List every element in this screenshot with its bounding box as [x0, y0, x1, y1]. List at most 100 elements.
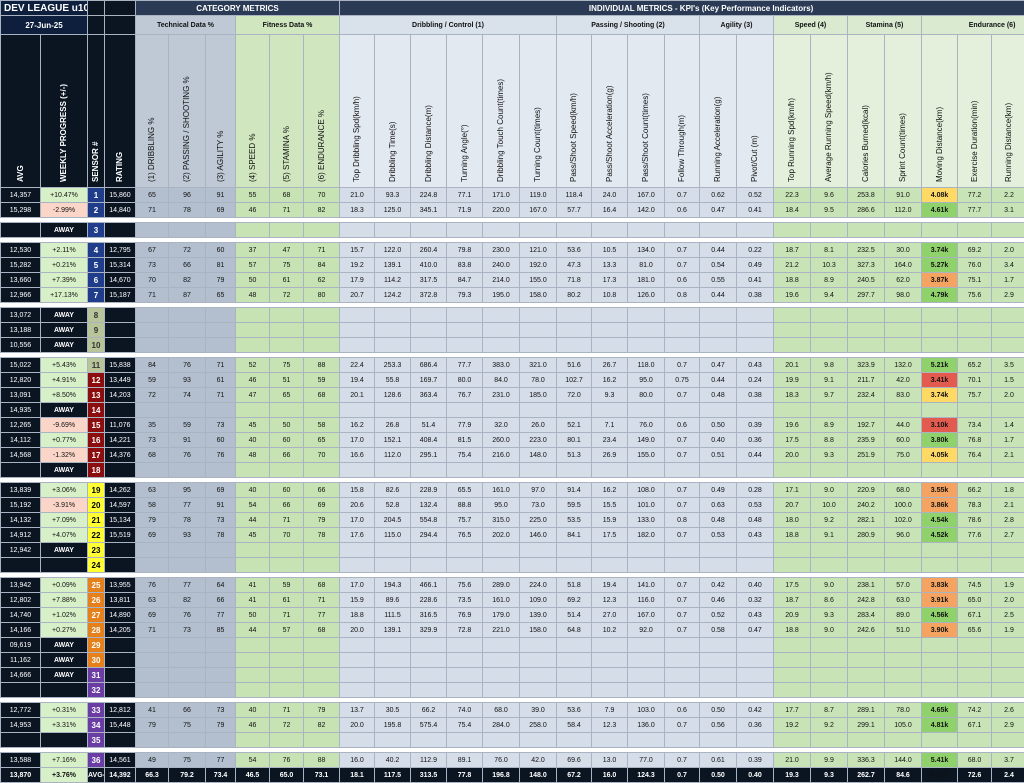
- sensor-badge: 1: [88, 188, 105, 203]
- kpi-cell: [375, 558, 411, 573]
- avg-cell: 12,265: [1, 418, 41, 433]
- kpi-cell: 9.3: [811, 448, 848, 463]
- kpi-cell: 139.0: [520, 608, 557, 623]
- kpi-cell: [700, 223, 737, 238]
- kpi-cell: [340, 638, 375, 653]
- category-cell: [206, 223, 236, 238]
- footer-kpi-cell: 67.2: [557, 768, 592, 783]
- category-cell: 71: [270, 703, 304, 718]
- sensor-badge: 15: [88, 418, 105, 433]
- kpi-cell: [520, 668, 557, 683]
- avg-cell: 14,132: [1, 513, 41, 528]
- kpi-cell: 0.24: [737, 373, 774, 388]
- rating-cell: 14,205: [105, 623, 136, 638]
- kpi-cell: [483, 463, 520, 478]
- kpi-cell: [811, 683, 848, 698]
- sensor-badge: 7: [88, 288, 105, 303]
- avg-cell: 13,588: [1, 753, 41, 768]
- sensor-badge: 19: [88, 483, 105, 498]
- kpi-cell: [447, 323, 483, 338]
- category-cell: [169, 668, 206, 683]
- category-cell: 76: [270, 753, 304, 768]
- category-cell: [169, 638, 206, 653]
- column-header-label: (5) STAMINA %: [282, 37, 292, 182]
- kpi-cell: 554.8: [411, 513, 447, 528]
- table-row: 09,619AWAY29: [1, 638, 1024, 653]
- footer-avg: 13,870: [1, 768, 41, 783]
- kpi-cell: 10.0: [811, 498, 848, 513]
- kpi-cell: [411, 543, 447, 558]
- kpi-cell: [922, 463, 958, 478]
- category-cell: 68: [304, 578, 340, 593]
- table-row: 12,966+17.13%715,18771876548728020.7124.…: [1, 288, 1024, 303]
- sensor-badge: 14: [88, 403, 105, 418]
- technical-data-header: Technical Data %: [136, 16, 236, 35]
- avg-cell: 14,740: [1, 608, 41, 623]
- rating-cell: 12,812: [105, 703, 136, 718]
- kpi-cell: [411, 403, 447, 418]
- kpi-cell: 8.7: [811, 703, 848, 718]
- table-row: 14,132+7.09%2115,13479787344717917.0204.…: [1, 513, 1024, 528]
- category-cell: 95: [169, 483, 206, 498]
- weekly-progress-cell: +10.47%: [41, 188, 88, 203]
- kpi-cell: 79.3: [447, 288, 483, 303]
- weekly-progress-cell: -2.99%: [41, 203, 88, 218]
- kpi-cell: [447, 733, 483, 748]
- kpi-cell: 2.5: [992, 608, 1024, 623]
- kpi-cell: 0.46: [700, 593, 737, 608]
- category-cell: 87: [169, 288, 206, 303]
- kpi-cell: 21.0: [774, 753, 811, 768]
- away-cell: [41, 683, 88, 698]
- rating-cell: [105, 323, 136, 338]
- footer-category-cell: 65.0: [270, 768, 304, 783]
- rating-cell: [105, 403, 136, 418]
- group-agility: Agility (3): [700, 16, 774, 35]
- kpi-cell: [411, 668, 447, 683]
- category-cell: 63: [136, 483, 169, 498]
- kpi-cell: 141.0: [628, 578, 665, 593]
- kpi-cell: [340, 308, 375, 323]
- kpi-cell: 53.6: [557, 703, 592, 718]
- kpi-cell: [628, 638, 665, 653]
- kpi-cell: 18.7: [774, 593, 811, 608]
- kpi-cell: 0.36: [737, 433, 774, 448]
- category-cell: 59: [136, 373, 169, 388]
- kpi-cell: 112.9: [411, 753, 447, 768]
- avg-cell: 14,112: [1, 433, 41, 448]
- kpi-cell: [700, 463, 737, 478]
- category-cell: 75: [270, 258, 304, 273]
- category-cell: 79: [304, 513, 340, 528]
- kpi-cell: 0.61: [700, 753, 737, 768]
- category-cell: 59: [304, 373, 340, 388]
- kpi-cell: 122.0: [375, 243, 411, 258]
- category-cell: [169, 338, 206, 353]
- kpi-cell: [665, 463, 700, 478]
- avg-cell: 15,282: [1, 258, 41, 273]
- kpi-cell: [885, 543, 922, 558]
- category-cell: 46: [236, 373, 270, 388]
- kpi-cell: 27.0: [592, 608, 628, 623]
- kpi-cell: 79.8: [447, 243, 483, 258]
- kpi-cell: 155.0: [520, 273, 557, 288]
- kpi-cell: 323.9: [848, 358, 885, 373]
- category-cell: [206, 543, 236, 558]
- rating-cell: 14,840: [105, 203, 136, 218]
- category-cell: 48: [236, 288, 270, 303]
- footer-kpi-cell: 72.6: [958, 768, 992, 783]
- footer-kpi-cell: 9.3: [811, 768, 848, 783]
- page-title: DEV LEAGUE u10/11: [1, 1, 88, 16]
- rating-cell: [105, 638, 136, 653]
- kpi-cell: [375, 668, 411, 683]
- column-header-k16: Sprint Count(times): [885, 35, 922, 188]
- kpi-cell: [700, 733, 737, 748]
- kpi-cell: [958, 638, 992, 653]
- category-cell: 75: [169, 718, 206, 733]
- kpi-cell: 7.1: [592, 418, 628, 433]
- kpi-cell: 289.0: [483, 578, 520, 593]
- moving-distance-cell: 3.41k: [922, 373, 958, 388]
- kpi-cell: 101.0: [628, 498, 665, 513]
- kpi-cell: 3.4: [992, 258, 1024, 273]
- kpi-cell: 10.2: [592, 623, 628, 638]
- kpi-cell: [520, 653, 557, 668]
- group-stamina: Stamina (5): [848, 16, 922, 35]
